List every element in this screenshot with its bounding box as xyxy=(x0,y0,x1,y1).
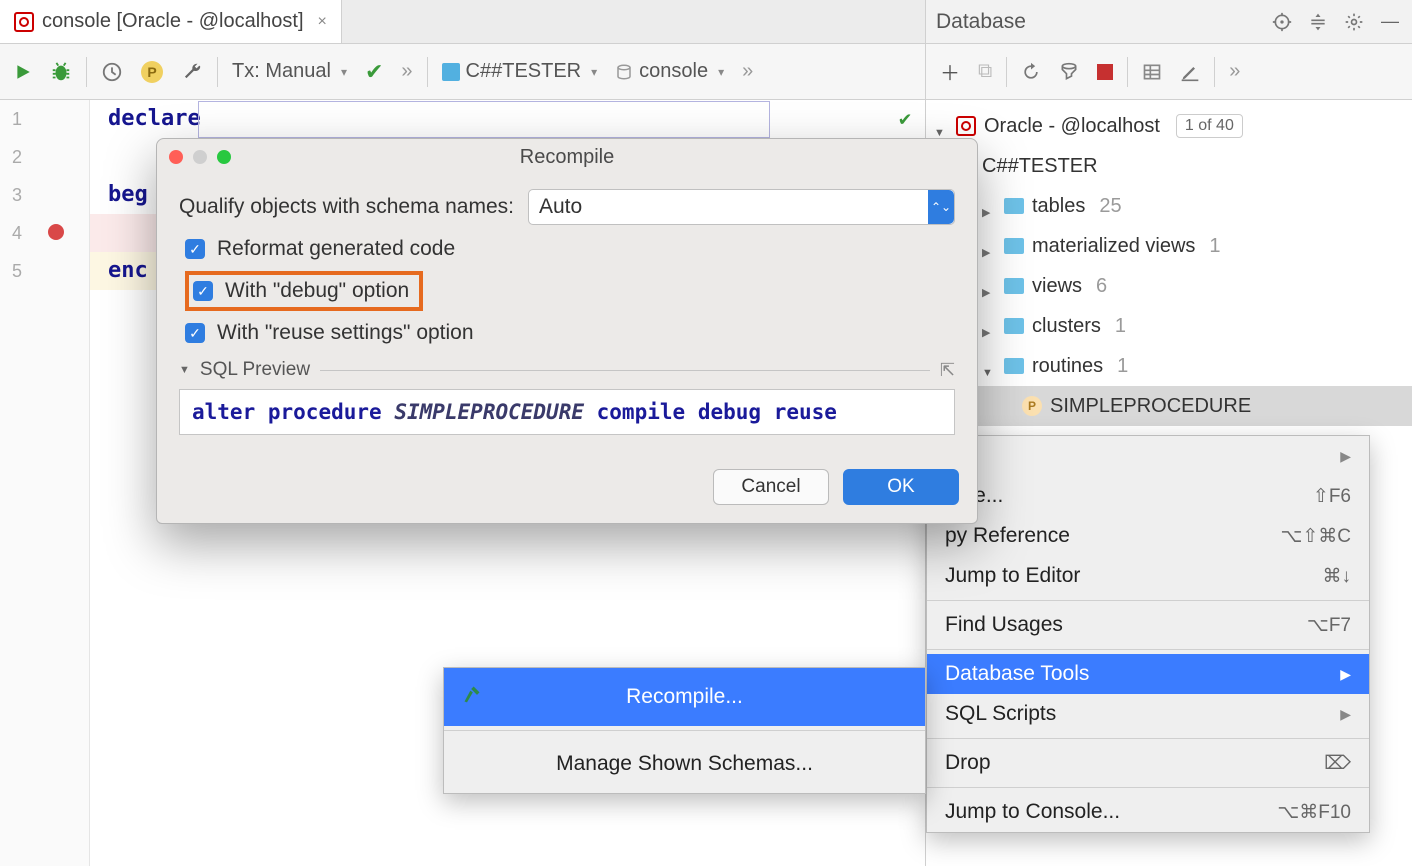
line-number: 5 xyxy=(0,252,89,290)
procedure-icon: P xyxy=(1022,396,1042,416)
chevron-updown-icon: ⌃⌄ xyxy=(928,190,954,224)
checkbox-reuse-settings[interactable]: ✓ With "reuse settings" option xyxy=(185,321,955,345)
checkbox-icon: ✓ xyxy=(185,323,205,343)
popout-icon[interactable]: ⇱ xyxy=(940,360,955,381)
editor-tab-bar: console [Oracle - @localhost] × xyxy=(0,0,925,43)
table-view-button[interactable] xyxy=(1138,60,1166,84)
checkbox-reformat[interactable]: ✓ Reformat generated code xyxy=(185,237,955,261)
tree-folder-routines[interactable]: routines1 xyxy=(926,346,1412,386)
tree-datasource[interactable]: Oracle - @localhost 1 of 40 xyxy=(926,106,1412,146)
line-number: 3 xyxy=(0,176,89,214)
checkbox-with-debug-label: With "debug" option xyxy=(225,279,409,303)
stop-button[interactable] xyxy=(1093,62,1117,82)
edit-button[interactable] xyxy=(1176,60,1204,84)
debug-button[interactable] xyxy=(46,59,76,85)
more-tx[interactable]: » xyxy=(397,58,416,85)
line-number: 1 xyxy=(0,100,89,138)
folder-icon xyxy=(1004,198,1024,214)
ctx-find-usages[interactable]: Find Usages⌥F7 xyxy=(927,605,1369,645)
schema-dropdown[interactable]: C##TESTER▾ xyxy=(438,58,602,85)
checkbox-icon: ✓ xyxy=(185,239,205,259)
tree-schema[interactable]: C##TESTER xyxy=(926,146,1412,186)
tab-console[interactable]: console [Oracle - @localhost] × xyxy=(0,0,342,43)
wrench-button[interactable] xyxy=(177,59,207,85)
recompile-dialog: Recompile Qualify objects with schema na… xyxy=(156,138,978,524)
more-db-toolbar[interactable]: » xyxy=(1225,58,1244,85)
add-datasource-button[interactable]: ＋ xyxy=(936,55,964,88)
ctx-rename[interactable]: ame...⇧F6 xyxy=(927,476,1369,516)
checkbox-icon[interactable]: ✓ xyxy=(193,281,213,301)
breakpoint-icon[interactable] xyxy=(48,224,64,240)
database-panel-header: Database — xyxy=(925,0,1412,43)
line-number: 2 xyxy=(0,138,89,176)
ctx-new[interactable]: w▶ xyxy=(927,436,1369,476)
schema-icon xyxy=(442,63,460,81)
oracle-icon xyxy=(14,12,34,32)
dialog-titlebar[interactable]: Recompile xyxy=(157,139,977,175)
history-button[interactable] xyxy=(97,59,127,85)
sql-preview-label: SQL Preview xyxy=(200,359,310,381)
folder-icon xyxy=(1004,278,1024,294)
dialog-title: Recompile xyxy=(157,146,977,169)
p-button[interactable]: P xyxy=(137,59,167,85)
ctx-recompile[interactable]: Recompile... xyxy=(444,668,925,726)
qualify-label: Qualify objects with schema names: xyxy=(179,195,514,219)
line-number: 4 xyxy=(0,214,89,252)
editor-toolbar: P Tx: Manual▾ ✔ » C##TESTER▾ console▾ » xyxy=(0,44,925,99)
context-menu-database-tools: Recompile... Manage Shown Schemas... xyxy=(443,667,926,794)
hide-icon[interactable]: — xyxy=(1378,10,1402,34)
cancel-button[interactable]: Cancel xyxy=(713,469,829,505)
target-icon[interactable] xyxy=(1270,10,1294,34)
collapse-icon[interactable] xyxy=(1306,10,1330,34)
ctx-drop[interactable]: Drop⌦ xyxy=(927,743,1369,783)
oracle-icon xyxy=(956,116,976,136)
database-panel-title: Database xyxy=(936,10,1258,34)
hammer-icon xyxy=(462,684,482,710)
tree-folder-matviews[interactable]: materialized views1 xyxy=(926,226,1412,266)
tree-folder-clusters[interactable]: clusters1 xyxy=(926,306,1412,346)
database-toolbar: ＋ ⧉ » xyxy=(925,44,1412,99)
ctx-copy-reference[interactable]: py Reference⌥⇧⌘C xyxy=(927,516,1369,556)
commit-button[interactable]: ✔ xyxy=(361,57,387,87)
tx-mode-dropdown[interactable]: Tx: Manual▾ xyxy=(228,58,351,85)
folder-icon xyxy=(1004,318,1024,334)
context-menu-main: w▶ ame...⇧F6 py Reference⌥⇧⌘C Jump to Ed… xyxy=(926,435,1370,833)
ctx-jump-editor[interactable]: Jump to Editor⌘↓ xyxy=(927,556,1369,596)
ctx-sql-scripts[interactable]: SQL Scripts▶ xyxy=(927,694,1369,734)
gear-icon[interactable] xyxy=(1342,10,1366,34)
duplicate-button[interactable]: ⧉ xyxy=(974,58,996,85)
tab-title: console [Oracle - @localhost] xyxy=(42,10,304,33)
inspection-icon[interactable]: ✔ xyxy=(899,106,911,130)
ctx-database-tools[interactable]: Database Tools▶ xyxy=(927,654,1369,694)
ctx-jump-console[interactable]: Jump to Console...⌥⌘F10 xyxy=(927,792,1369,832)
tree-folder-views[interactable]: views6 xyxy=(926,266,1412,306)
console-dropdown[interactable]: console▾ xyxy=(611,58,728,85)
editor-gutter: 1 2 3 4 5 xyxy=(0,100,90,866)
qualify-select[interactable]: Auto ⌃⌄ xyxy=(528,189,955,225)
ok-button[interactable]: OK xyxy=(843,469,959,505)
close-icon[interactable]: × xyxy=(318,13,327,31)
filter-button[interactable] xyxy=(1055,60,1083,84)
sql-preview: alter procedure SIMPLEPROCEDURE compile … xyxy=(179,389,955,435)
tree-routine-selected[interactable]: P SIMPLEPROCEDURE xyxy=(926,386,1412,426)
refresh-button[interactable] xyxy=(1017,60,1045,84)
ctx-manage-schemas[interactable]: Manage Shown Schemas... xyxy=(444,735,925,793)
more-toolbar[interactable]: » xyxy=(738,58,757,85)
folder-icon xyxy=(1004,238,1024,254)
folder-icon xyxy=(1004,358,1024,374)
run-button[interactable] xyxy=(10,61,36,83)
highlighted-option: ✓ With "debug" option xyxy=(185,271,423,311)
disclosure-triangle-icon[interactable]: ▼ xyxy=(179,364,190,376)
tree-folder-tables[interactable]: tables25 xyxy=(926,186,1412,226)
schema-count-badge: 1 of 40 xyxy=(1176,114,1243,138)
